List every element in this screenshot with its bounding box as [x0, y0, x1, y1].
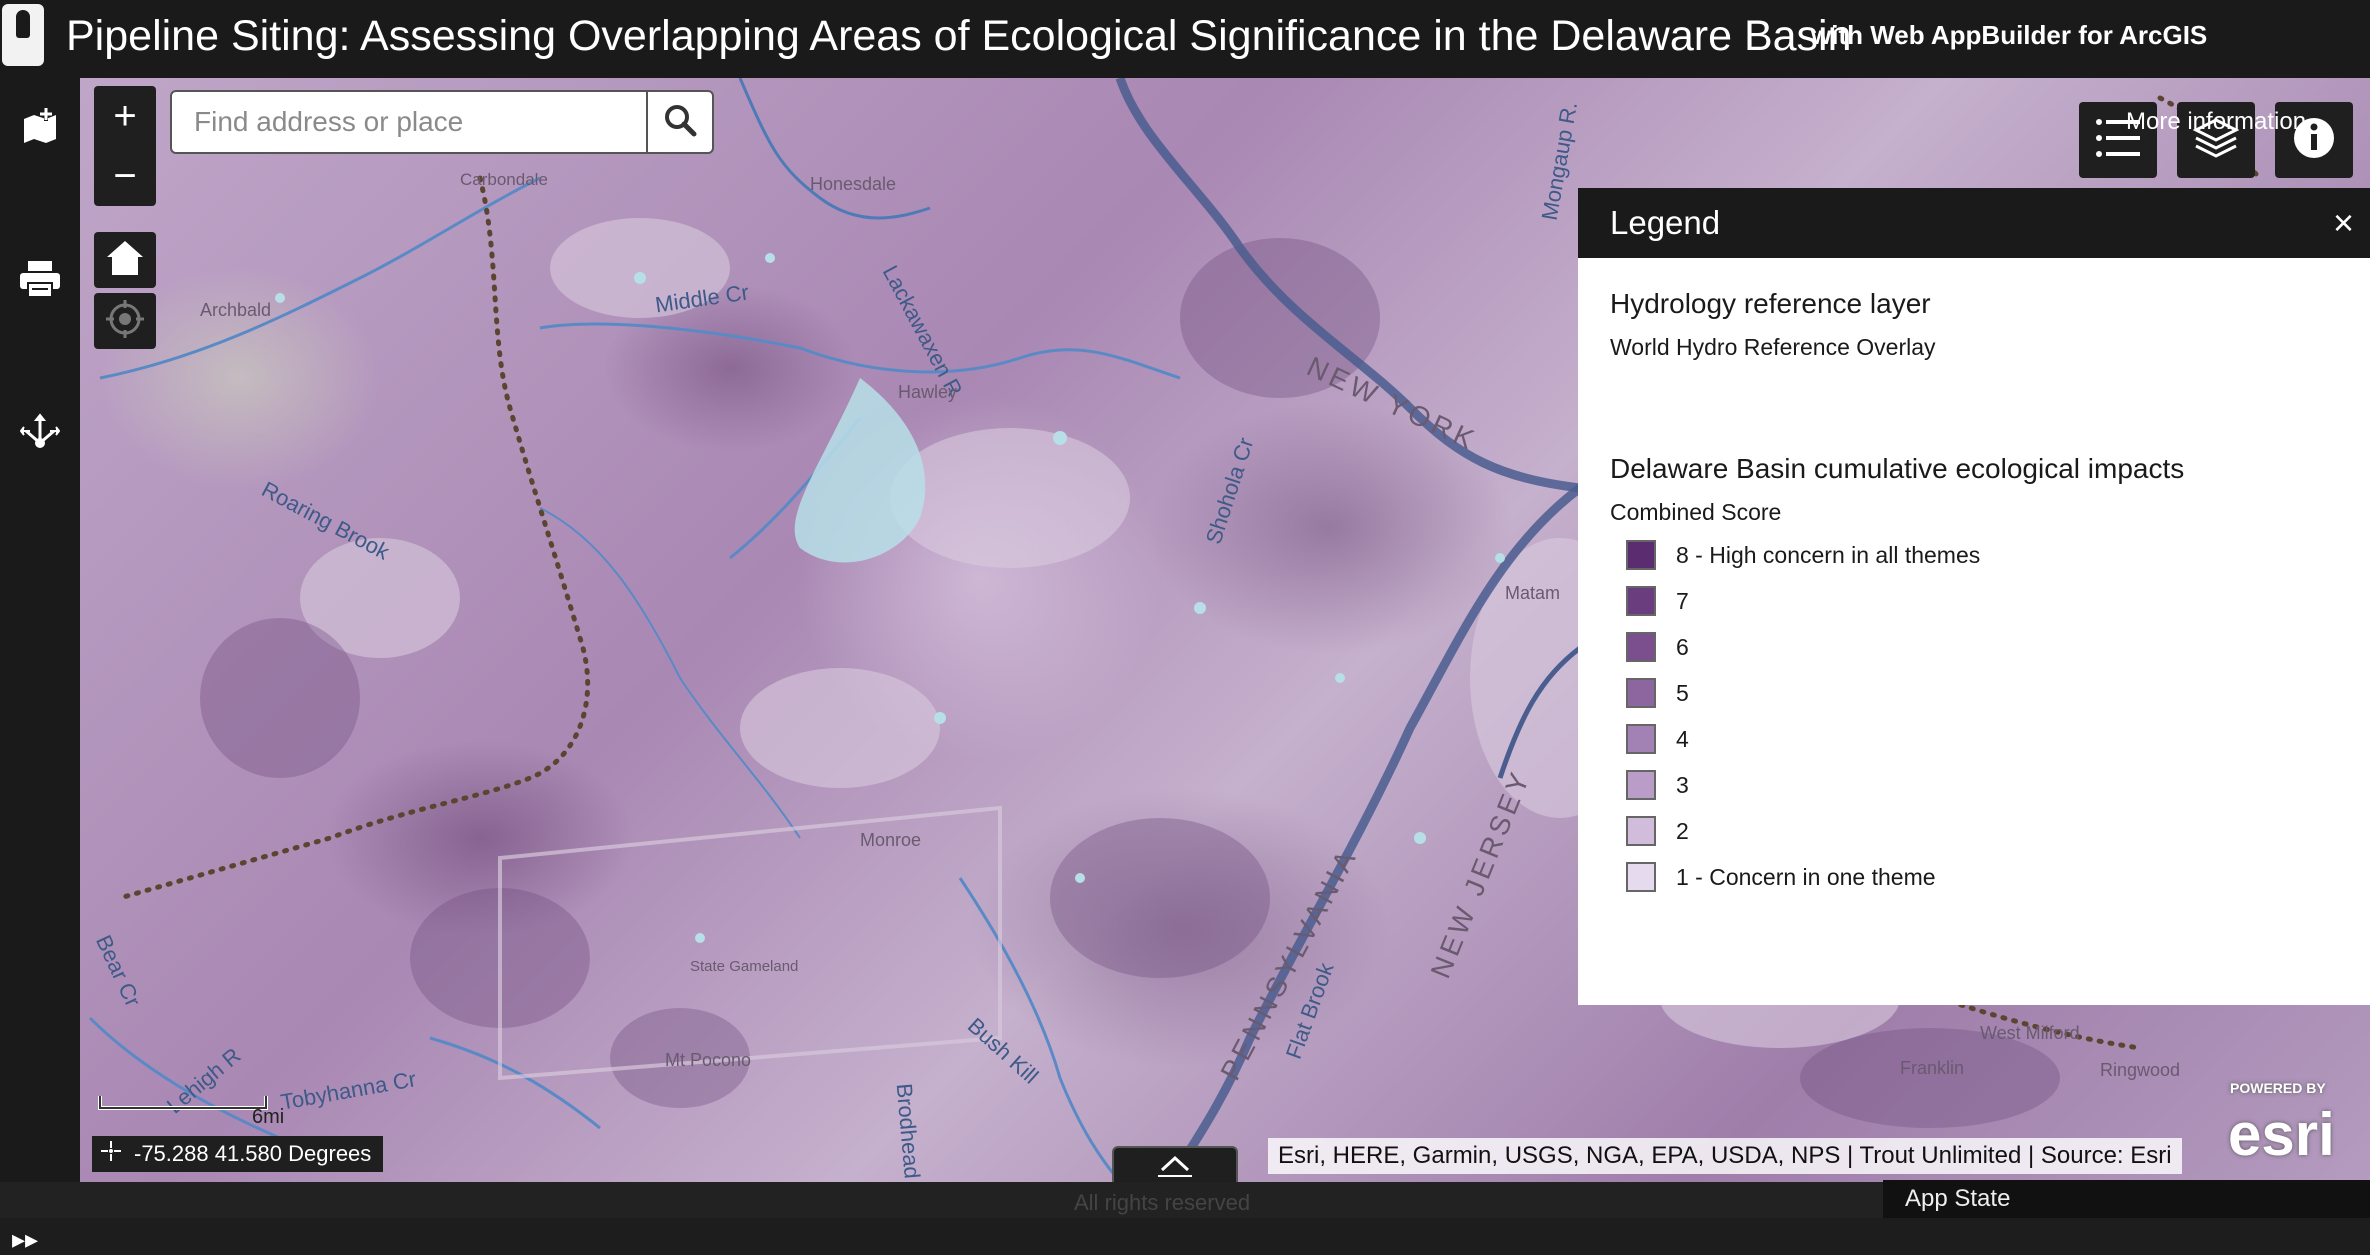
map-label: Archbald: [200, 300, 272, 320]
map-label: Ringwood: [2100, 1060, 2181, 1080]
map-label: Matam: [1505, 583, 1561, 603]
legend-header: Legend ×: [1578, 188, 2370, 258]
legend-swatch: [1626, 632, 1656, 662]
legend-class-label: 4: [1676, 725, 1689, 752]
legend-class-list: 8 - High concern in all themes 7 6 5 4 3 2 1 - …: [1610, 532, 2338, 900]
legend-class-label: 8 - High concern in all themes: [1676, 541, 1981, 568]
legend-title: Legend: [1610, 204, 1721, 241]
search-button[interactable]: [646, 92, 712, 152]
zoom-control: + −: [94, 86, 156, 206]
app-header: Pipeline Siting: Assessing Overlapping A…: [0, 0, 2370, 78]
print-button[interactable]: [0, 246, 80, 316]
legend-layer-subtitle: World Hydro Reference Overlay: [1610, 334, 1936, 360]
legend-swatch: [1626, 586, 1656, 616]
legend-class-label: 2: [1676, 817, 1689, 844]
legend-class-label: 5: [1676, 679, 1689, 706]
legend-class-row: 3: [1610, 762, 2338, 808]
home-icon: [105, 239, 145, 282]
map-label: Honesdale: [810, 174, 897, 194]
map-label: Carbondale: [460, 170, 548, 189]
legend-swatch: [1626, 862, 1656, 892]
legend-field-name: Combined Score: [1610, 499, 1782, 525]
crosshair-icon: [100, 1140, 122, 1168]
map-label: Mt Pocono: [665, 1050, 752, 1070]
app-subtitle: with Web AppBuilder for ArcGIS: [1811, 20, 2208, 50]
legend-swatch: [1626, 816, 1656, 846]
legend-class-label: 7: [1676, 587, 1689, 614]
map-label: Hawley: [898, 382, 958, 402]
legend-class-label: 3: [1676, 771, 1689, 798]
legend-class-row: 7: [1610, 578, 2338, 624]
legend-panel: Legend × Hydrology reference layer World…: [1578, 188, 2370, 1005]
map-label: State Gameland: [690, 958, 799, 975]
app-title: Pipeline Siting: Assessing Overlapping A…: [66, 12, 1852, 60]
scale-label: 6mi: [252, 1106, 285, 1128]
legend-class-label: 6: [1676, 633, 1689, 660]
legend-swatch: [1626, 678, 1656, 708]
coordinate-value: -75.288 41.580 Degrees: [134, 1141, 372, 1166]
locate-button[interactable]: [94, 293, 156, 349]
share-button[interactable]: [0, 400, 80, 470]
zoom-in-button[interactable]: +: [94, 86, 156, 146]
esri-logo-text: esri: [2228, 1101, 2335, 1168]
app-state-button[interactable]: App State: [1883, 1180, 2370, 1218]
legend-class-row: 5: [1610, 670, 2338, 716]
legend-class-row: 4: [1610, 716, 2338, 762]
esri-powered-by: POWERED BY: [2230, 1080, 2326, 1096]
map-label: Franklin: [1900, 1058, 1965, 1078]
add-data-icon: [20, 105, 60, 150]
search-input[interactable]: [172, 92, 648, 152]
close-icon[interactable]: ×: [2333, 202, 2354, 244]
zoom-out-button[interactable]: −: [94, 146, 156, 206]
trout-unlimited-logo: [2, 4, 44, 66]
add-data-button[interactable]: [0, 92, 80, 162]
more-information-tooltip: More information: [2126, 108, 2307, 135]
expand-icon[interactable]: ▸▸: [12, 1224, 38, 1255]
scale-bar: [98, 1094, 268, 1114]
legend-class-row: 2: [1610, 808, 2338, 854]
print-icon: [18, 259, 62, 304]
legend-swatch: [1626, 724, 1656, 754]
coordinate-display[interactable]: -75.288 41.580 Degrees: [92, 1136, 384, 1172]
bottom-panel-toggle[interactable]: [1112, 1146, 1238, 1182]
legend-swatch: [1626, 770, 1656, 800]
legend-body: Hydrology reference layer World Hydro Re…: [1578, 258, 2370, 930]
map-label: Monroe: [860, 830, 922, 850]
legend-class-label: 1 - Concern in one theme: [1676, 863, 1936, 890]
map-attribution: Esri, HERE, Garmin, USGS, NGA, EPA, USDA…: [1268, 1138, 2182, 1174]
search-icon: [663, 103, 697, 142]
locate-icon: [104, 298, 146, 345]
sidebar: ▸▸: [0, 78, 80, 1254]
footer-rights: All rights reserved: [1074, 1190, 1251, 1215]
legend-swatch: [1626, 540, 1656, 570]
esri-logo: POWERED BY esri: [2228, 1080, 2335, 1169]
map-label: West Milford: [1980, 1023, 2080, 1043]
legend-class-row: 8 - High concern in all themes: [1610, 532, 2338, 578]
legend-layer-title: Hydrology reference layer: [1610, 288, 1931, 319]
share-icon: [19, 412, 61, 458]
legend-class-row: 6: [1610, 624, 2338, 670]
legend-layer-title: Delaware Basin cumulative ecological imp…: [1610, 453, 2185, 484]
home-button[interactable]: [94, 232, 156, 288]
legend-class-row: 1 - Concern in one theme: [1610, 854, 2338, 900]
search-bar: [170, 90, 714, 154]
chevron-up-icon: [1158, 1155, 1192, 1177]
